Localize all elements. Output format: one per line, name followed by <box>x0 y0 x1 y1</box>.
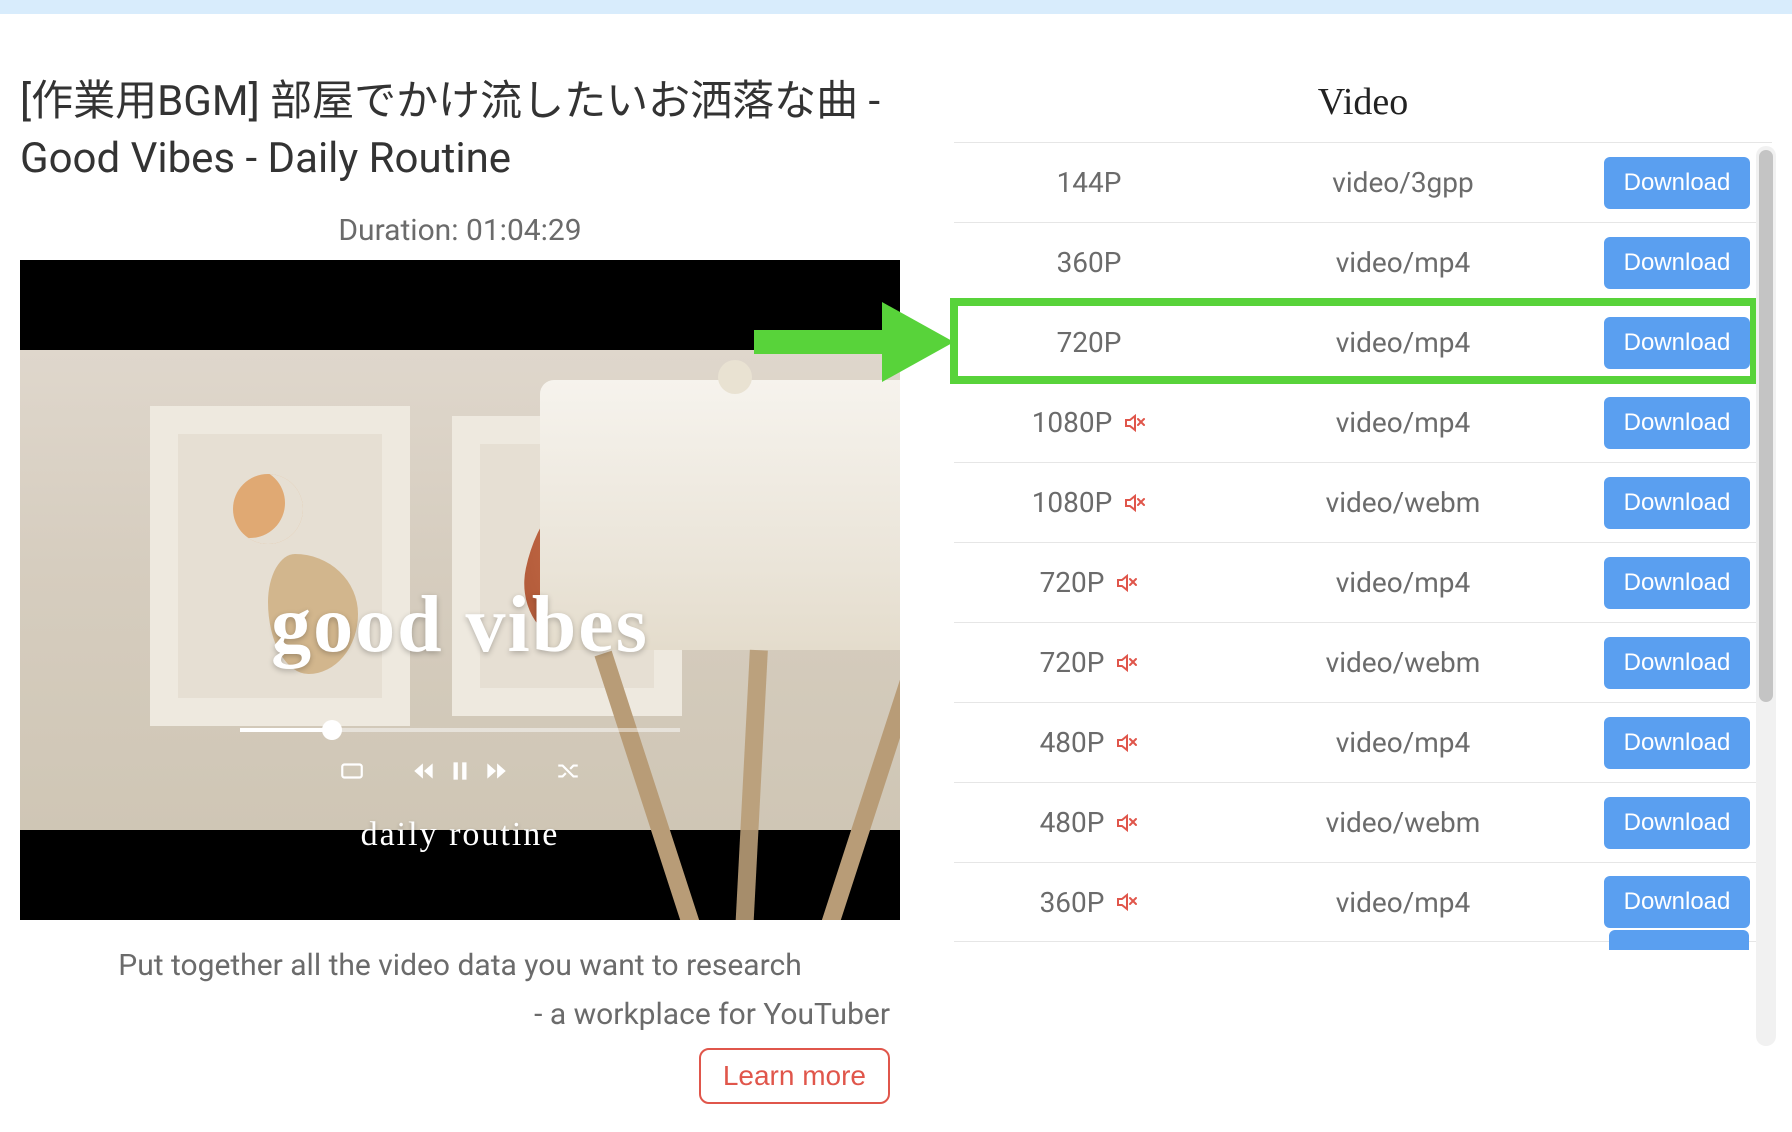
arrow-icon <box>754 292 954 392</box>
download-button[interactable]: Download <box>1604 637 1751 689</box>
download-cell: Download <box>1582 717 1772 769</box>
muted-icon <box>1114 811 1138 835</box>
scrollbar-track[interactable] <box>1756 146 1776 1046</box>
shuffle-icon <box>555 758 581 780</box>
download-cell: Download <box>1582 876 1772 928</box>
resolution-label: 720P <box>1040 566 1105 599</box>
video-title: [作業用BGM] 部屋でかけ流したいお洒落な曲 - Good Vibes - D… <box>20 74 900 187</box>
repeat-icon <box>339 758 365 780</box>
scrollbar-thumb[interactable] <box>1759 150 1773 702</box>
top-accent-bar <box>0 0 1792 14</box>
player-controls-overlay <box>339 758 581 780</box>
download-button[interactable]: Download <box>1604 317 1751 369</box>
download-row: 720P video/webm Download <box>954 622 1772 702</box>
mimetype-cell: video/3gpp <box>1224 166 1582 199</box>
mimetype-cell: video/mp4 <box>1224 326 1582 359</box>
mimetype-cell: video/mp4 <box>1224 566 1582 599</box>
download-row: 144P video/3gpp Download <box>954 142 1772 222</box>
download-cell: Download <box>1582 397 1772 449</box>
resolution-label: 360P <box>1040 886 1105 919</box>
resolution-label: 720P <box>1040 646 1105 679</box>
forward-icon <box>483 758 509 780</box>
mimetype-cell: video/mp4 <box>1224 726 1582 759</box>
lamp-leg <box>816 653 900 920</box>
download-cell: Download <box>1582 637 1772 689</box>
wall-frame-left <box>150 406 410 726</box>
mimetype-cell: video/webm <box>1224 806 1582 839</box>
download-cell: Download <box>1582 237 1772 289</box>
pause-icon <box>447 758 473 780</box>
download-rows: 144P video/3gpp Download 360P video/mp4 Downl… <box>954 142 1772 942</box>
download-row: 720P video/mp4 Download <box>954 542 1772 622</box>
download-row: 720P video/mp4 Download <box>954 302 1772 382</box>
download-button[interactable]: Download <box>1604 237 1751 289</box>
download-button[interactable]: Download <box>1604 717 1751 769</box>
download-cell: Download <box>1582 477 1772 529</box>
download-row: 1080P video/webm Download <box>954 462 1772 542</box>
promo-line-2: - a workplace for YouTuber <box>20 997 900 1032</box>
muted-icon <box>1114 651 1138 675</box>
resolution-label: 720P <box>1057 326 1122 359</box>
right-column: Video 144P video/3gpp Download 360P video/mp… <box>920 74 1772 1104</box>
muted-icon <box>1122 491 1146 515</box>
resolution-label: 144P <box>1057 166 1122 199</box>
download-cell: Download <box>1582 557 1772 609</box>
download-row: 1080P video/mp4 Download <box>954 382 1772 462</box>
lamp-leg <box>734 650 768 920</box>
resolution-label: 1080P <box>1032 406 1113 439</box>
promo-line-1: Put together all the video data you want… <box>20 948 900 983</box>
player-progress-knob <box>322 720 342 740</box>
resolution-cell: 1080P <box>954 406 1224 439</box>
download-cell: Download <box>1582 317 1772 369</box>
download-button[interactable]: Download <box>1604 797 1751 849</box>
player-progress-line <box>240 728 680 732</box>
resolution-cell: 480P <box>954 726 1224 759</box>
thumbnail-title-overlay: good vibes <box>20 580 900 671</box>
muted-icon <box>1114 890 1138 914</box>
mimetype-cell: video/mp4 <box>1224 246 1582 279</box>
video-duration: Duration: 01:04:29 <box>20 213 900 248</box>
rewind-icon <box>411 758 437 780</box>
thumbnail-subtitle-overlay: daily routine <box>20 816 900 854</box>
muted-icon <box>1114 731 1138 755</box>
resolution-label: 480P <box>1040 806 1105 839</box>
download-cell: Download <box>1582 797 1772 849</box>
moon-shape <box>233 474 303 544</box>
resolution-label: 1080P <box>1032 486 1113 519</box>
resolution-cell: 480P <box>954 806 1224 839</box>
panel-title: Video <box>954 74 1772 142</box>
mimetype-cell: video/webm <box>1224 486 1582 519</box>
download-cell: Download <box>1582 157 1772 209</box>
download-panel: Video 144P video/3gpp Download 360P video/mp… <box>954 74 1772 942</box>
download-button[interactable]: Download <box>1604 157 1751 209</box>
download-button[interactable]: Download <box>1604 477 1751 529</box>
resolution-cell: 1080P <box>954 486 1224 519</box>
resolution-cell: 360P <box>954 886 1224 919</box>
resolution-cell: 144P <box>954 166 1224 199</box>
mimetype-cell: video/webm <box>1224 646 1582 679</box>
muted-icon <box>1122 411 1146 435</box>
download-row: 360P video/mp4 Download <box>954 222 1772 302</box>
resolution-cell: 720P <box>954 566 1224 599</box>
resolution-cell: 720P <box>954 646 1224 679</box>
learn-more-button[interactable]: Learn more <box>699 1048 890 1104</box>
download-button[interactable]: Download <box>1604 876 1751 928</box>
download-button[interactable]: Download <box>1604 557 1751 609</box>
thumbnail-scene: good vibes daily routine <box>20 350 900 830</box>
mimetype-cell: video/mp4 <box>1224 406 1582 439</box>
muted-icon <box>1114 571 1138 595</box>
resolution-label: 480P <box>1040 726 1105 759</box>
left-column: [作業用BGM] 部屋でかけ流したいお洒落な曲 - Good Vibes - D… <box>20 74 920 1104</box>
resolution-cell: 720P <box>954 326 1224 359</box>
download-button-partial[interactable] <box>1609 930 1749 950</box>
download-row: 480P video/webm Download <box>954 782 1772 862</box>
resolution-label: 360P <box>1057 246 1122 279</box>
download-button[interactable]: Download <box>1604 397 1751 449</box>
mimetype-cell: video/mp4 <box>1224 886 1582 919</box>
resolution-cell: 360P <box>954 246 1224 279</box>
download-row: 480P video/mp4 Download <box>954 702 1772 782</box>
